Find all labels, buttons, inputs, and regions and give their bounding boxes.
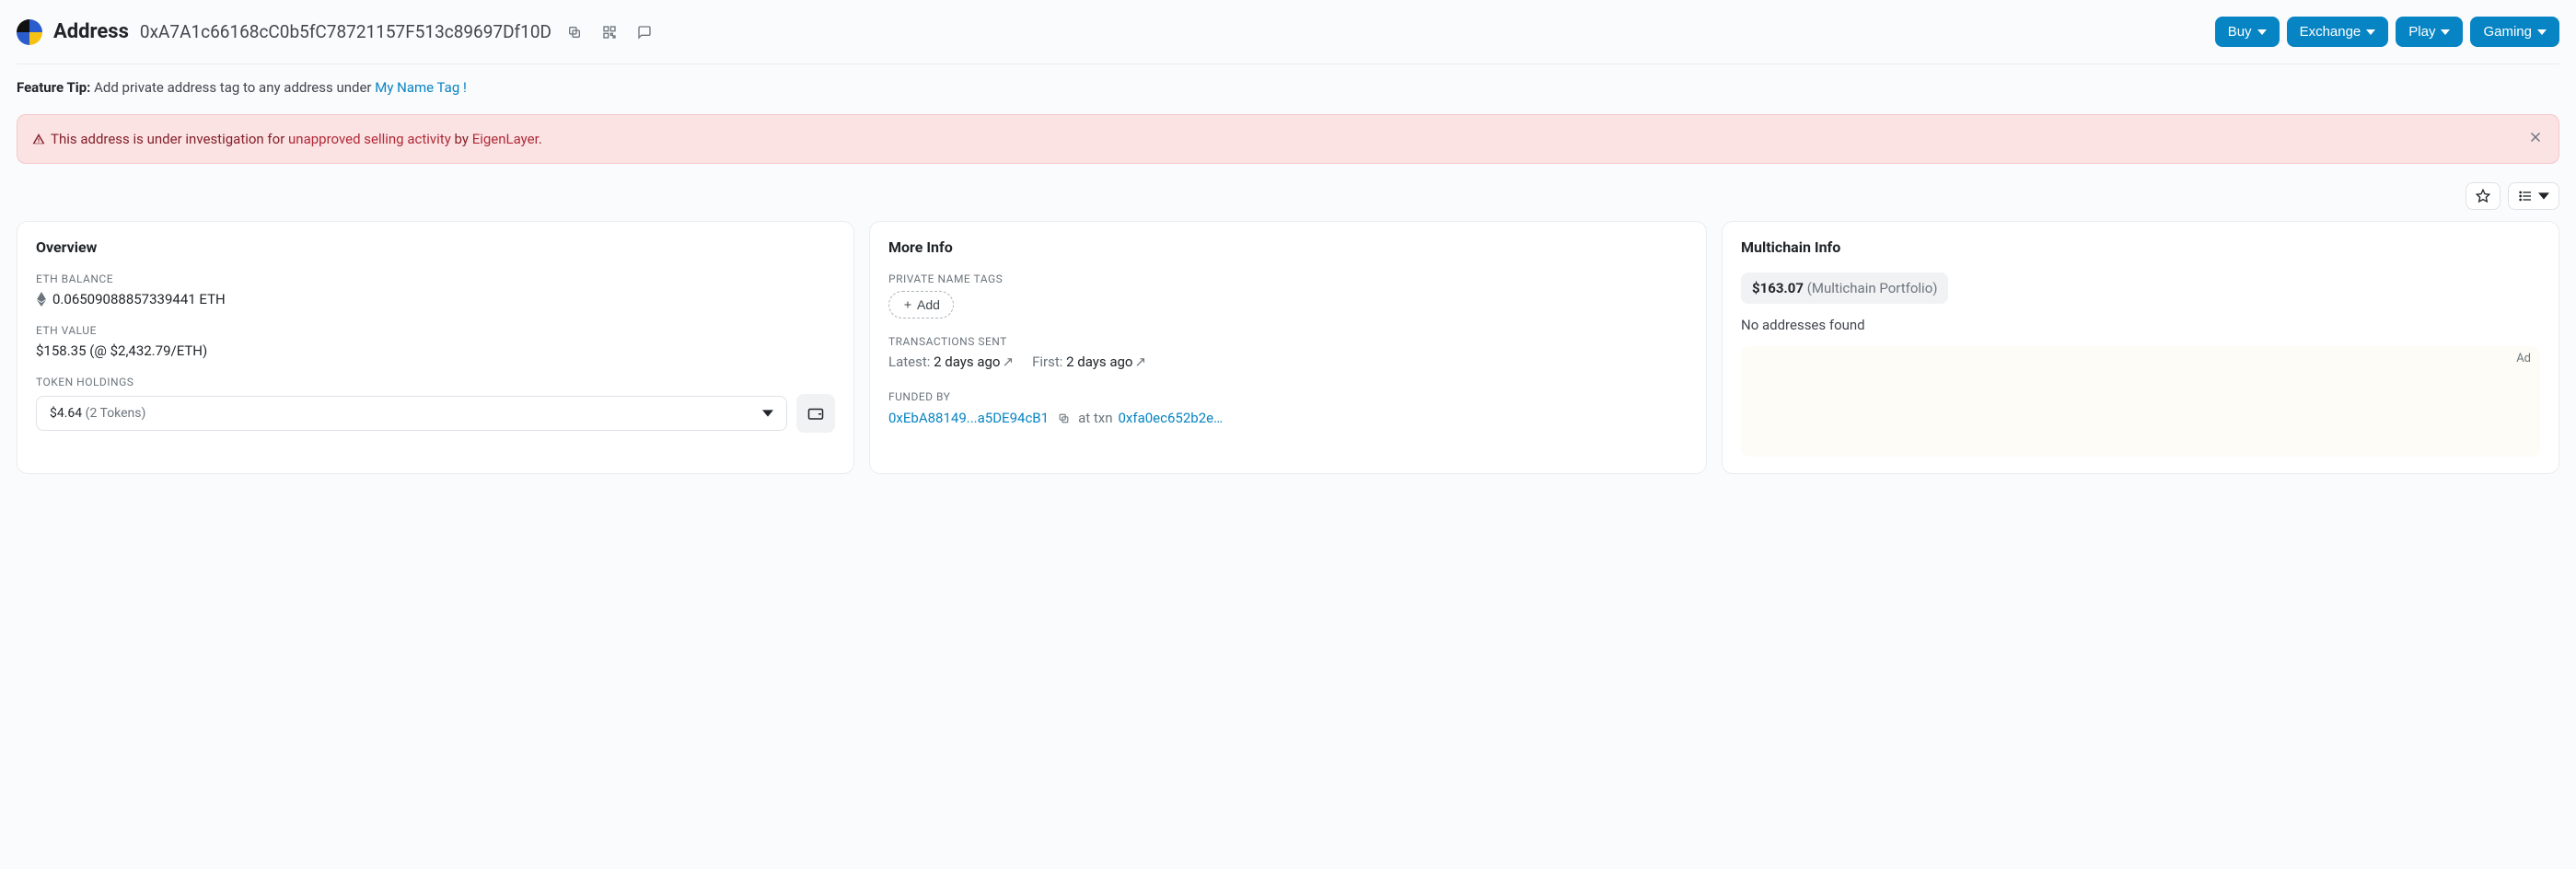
header-left: Address 0xA7A1c66168cC0b5fC78721157F513c…	[17, 19, 656, 45]
external-link-icon: ↗	[1134, 353, 1146, 370]
ad-label: Ad	[2516, 352, 2531, 365]
latest-value: 2 days ago	[934, 353, 1000, 370]
buy-button[interactable]: Buy	[2215, 17, 2280, 47]
eth-balance-value: 0.06509088857339441 ETH	[36, 291, 835, 307]
alert-suffix: .	[539, 131, 542, 147]
token-select-text: $4.64 (2 Tokens)	[50, 406, 145, 421]
close-icon[interactable]	[2527, 128, 2544, 150]
my-name-tag-link[interactable]: My Name Tag !	[375, 79, 467, 96]
warning-alert: This address is under investigation for …	[17, 114, 2559, 164]
plus-icon	[902, 299, 913, 310]
play-label: Play	[2408, 24, 2435, 40]
add-tag-button[interactable]: Add	[888, 291, 954, 319]
latest-label: Latest:	[888, 353, 930, 370]
cards-grid: Overview ETH BALANCE 0.06509088857339441…	[17, 221, 2559, 474]
address-identicon	[17, 19, 42, 45]
exchange-button[interactable]: Exchange	[2287, 17, 2389, 47]
chevron-down-icon	[2366, 28, 2375, 37]
alert-content: This address is under investigation for …	[32, 131, 542, 147]
exchange-label: Exchange	[2300, 24, 2361, 40]
moreinfo-title: More Info	[888, 238, 1688, 256]
funded-by-row: 0xEbA88149...a5DE94cB1 at txn 0xfa0ec652…	[888, 409, 1688, 427]
header-actions: Buy Exchange Play Gaming	[2215, 17, 2559, 47]
tx-sent-label: TRANSACTIONS SENT	[888, 335, 1688, 348]
tx-latest[interactable]: Latest: 2 days ago↗	[888, 353, 1014, 370]
funded-by-label: FUNDED BY	[888, 390, 1688, 403]
chevron-down-icon	[2537, 28, 2547, 37]
list-button[interactable]	[2508, 182, 2559, 210]
buy-label: Buy	[2228, 24, 2252, 40]
overview-title: Overview	[36, 238, 835, 256]
multichain-title: Multichain Info	[1741, 238, 2540, 256]
page-header: Address 0xA7A1c66168cC0b5fC78721157F513c…	[17, 17, 2559, 47]
no-addresses-text: No addresses found	[1741, 317, 2540, 333]
qr-icon[interactable]	[598, 20, 621, 44]
ethereum-icon	[36, 292, 47, 307]
first-value: 2 days ago	[1066, 353, 1132, 370]
feature-tip: Feature Tip: Add private address tag to …	[17, 79, 2559, 96]
eth-value-label: ETH VALUE	[36, 324, 835, 337]
toolbar	[17, 182, 2559, 210]
star-button[interactable]	[2466, 182, 2501, 210]
eth-balance-label: ETH BALANCE	[36, 272, 835, 285]
eth-balance-amount: 0.06509088857339441 ETH	[52, 291, 226, 307]
copy-icon[interactable]	[563, 20, 586, 44]
chevron-down-icon	[2441, 28, 2450, 37]
page-title: Address	[53, 20, 129, 43]
tx-first[interactable]: First: 2 days ago↗	[1032, 353, 1146, 370]
tip-text: Add private address tag to any address u…	[90, 79, 375, 96]
chevron-down-icon	[2257, 28, 2267, 37]
token-count: (2 Tokens)	[86, 406, 146, 421]
chevron-down-icon	[762, 408, 773, 419]
warning-icon	[32, 133, 45, 145]
add-label: Add	[917, 297, 940, 312]
moreinfo-card: More Info PRIVATE NAME TAGS Add TRANSACT…	[869, 221, 1707, 474]
copy-icon[interactable]	[1054, 409, 1073, 427]
tip-bold: Feature Tip:	[17, 79, 90, 96]
multichain-portfolio-chip[interactable]: $163.07 (Multichain Portfolio)	[1741, 272, 1948, 304]
private-tags-label: PRIVATE NAME TAGS	[888, 272, 1688, 285]
token-select[interactable]: $4.64 (2 Tokens)	[36, 396, 787, 431]
token-value: $4.64	[50, 406, 82, 421]
wallet-icon	[807, 405, 824, 422]
eth-value-amount: $158.35 (@ $2,432.79/ETH)	[36, 342, 835, 359]
address-hash: 0xA7A1c66168cC0b5fC78721157F513c89697Df1…	[140, 21, 551, 42]
chip-value: $163.07	[1752, 280, 1804, 296]
wallet-button[interactable]	[796, 394, 835, 433]
external-link-icon: ↗	[1002, 353, 1014, 370]
play-button[interactable]: Play	[2396, 17, 2463, 47]
comment-icon[interactable]	[632, 20, 656, 44]
chip-label: (Multichain Portfolio)	[1807, 280, 1938, 296]
chevron-down-icon	[2538, 191, 2549, 202]
gaming-label: Gaming	[2483, 24, 2532, 40]
gaming-button[interactable]: Gaming	[2470, 17, 2559, 47]
token-holdings-row: $4.64 (2 Tokens)	[36, 394, 835, 433]
multichain-card: Multichain Info $163.07 (Multichain Port…	[1722, 221, 2559, 474]
first-label: First:	[1032, 353, 1062, 370]
list-icon	[2518, 189, 2533, 203]
alert-link-activity[interactable]: unapproved selling activity	[288, 131, 451, 147]
alert-link-eigenlayer[interactable]: EigenLayer	[472, 131, 539, 147]
ad-placeholder: Ad	[1741, 346, 2540, 457]
alert-prefix: This address is under investigation for	[51, 131, 288, 147]
at-txn-label: at txn	[1078, 410, 1112, 426]
star-icon	[2476, 189, 2490, 203]
alert-middle: by	[451, 131, 472, 147]
token-holdings-label: TOKEN HOLDINGS	[36, 376, 835, 388]
txn-hash-link[interactable]: 0xfa0ec652b2e…	[1119, 410, 1224, 426]
overview-card: Overview ETH BALANCE 0.06509088857339441…	[17, 221, 854, 474]
funded-address-link[interactable]: 0xEbA88149...a5DE94cB1	[888, 410, 1049, 426]
tx-sent-row: Latest: 2 days ago↗ First: 2 days ago↗	[888, 353, 1688, 370]
